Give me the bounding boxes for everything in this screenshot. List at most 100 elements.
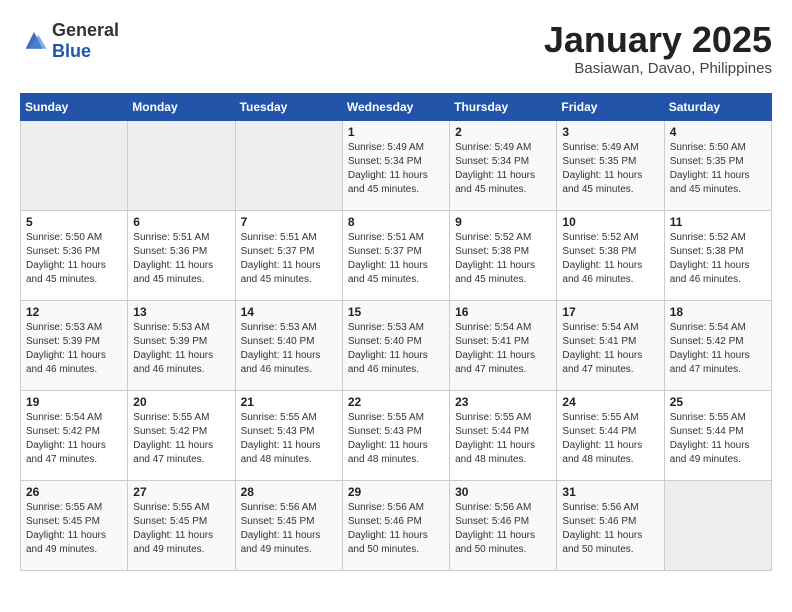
calendar-cell: 25Sunrise: 5:55 AM Sunset: 5:44 PM Dayli… (664, 390, 771, 480)
day-number: 3 (562, 125, 658, 139)
calendar-cell: 14 Sunrise: 5:53 AM Sunset: 5:40 PM Dayli… (235, 300, 342, 390)
calendar-cell: 6 Sunrise: 5:51 AM Sunset: 5:36 PM Daylig… (128, 210, 235, 300)
logo-icon (20, 29, 48, 53)
day-info: Sunrise: 5:54 AM Sunset: 5:41 PM Dayligh… (455, 321, 551, 377)
calendar-cell: 7 Sunrise: 5:51 AM Sunset: 5:37 PM Daylig… (235, 210, 342, 300)
day-number: 23 (455, 395, 551, 409)
day-info: Sunrise: 5:56 AM Sunset: 5:46 PM Dayligh… (562, 501, 658, 557)
day-info: Sunrise: 5:51 AM Sunset: 5:37 PM Dayligh… (348, 231, 444, 287)
calendar-cell: 10 Sunrise: 5:52 AM Sunset: 5:38 PM Dayli… (557, 210, 664, 300)
day-number: 15 (348, 305, 444, 319)
header-row: SundayMondayTuesdayWednesdayThursdayFrid… (21, 93, 772, 120)
day-header-friday: Friday (557, 93, 664, 120)
day-info: Sunrise: 5:51 AM Sunset: 5:36 PM Dayligh… (133, 231, 229, 287)
day-number: 5 (26, 215, 122, 229)
logo-general-text: General (52, 20, 119, 40)
day-info: Sunrise: 5:55 AM Sunset: 5:45 PM Dayligh… (133, 501, 229, 557)
day-number: 22 (348, 395, 444, 409)
calendar-cell: 12Sunrise: 5:53 AM Sunset: 5:39 PM Dayli… (21, 300, 128, 390)
calendar-cell: 2Sunrise: 5:49 AM Sunset: 5:34 PM Daylig… (450, 120, 557, 210)
week-row-2: 5Sunrise: 5:50 AM Sunset: 5:36 PM Daylig… (21, 210, 772, 300)
day-info: Sunrise: 5:51 AM Sunset: 5:37 PM Dayligh… (241, 231, 337, 287)
day-info: Sunrise: 5:55 AM Sunset: 5:43 PM Dayligh… (348, 411, 444, 467)
calendar-cell: 1 Sunrise: 5:49 AM Sunset: 5:34 PM Daylig… (342, 120, 449, 210)
day-number: 31 (562, 485, 658, 499)
day-info: Sunrise: 5:56 AM Sunset: 5:46 PM Dayligh… (455, 501, 551, 557)
calendar-cell: 8 Sunrise: 5:51 AM Sunset: 5:37 PM Daylig… (342, 210, 449, 300)
day-header-monday: Monday (128, 93, 235, 120)
calendar-table: SundayMondayTuesdayWednesdayThursdayFrid… (20, 93, 772, 571)
day-info: Sunrise: 5:55 AM Sunset: 5:44 PM Dayligh… (670, 411, 766, 467)
calendar-cell: 24Sunrise: 5:55 AM Sunset: 5:44 PM Dayli… (557, 390, 664, 480)
calendar-cell: 21 Sunrise: 5:55 AM Sunset: 5:43 PM Dayli… (235, 390, 342, 480)
day-header-saturday: Saturday (664, 93, 771, 120)
calendar-cell (664, 480, 771, 570)
day-info: Sunrise: 5:49 AM Sunset: 5:34 PM Dayligh… (348, 141, 444, 197)
calendar-cell: 27 Sunrise: 5:55 AM Sunset: 5:45 PM Dayli… (128, 480, 235, 570)
day-number: 14 (241, 305, 337, 319)
day-number: 19 (26, 395, 122, 409)
day-number: 6 (133, 215, 229, 229)
day-number: 27 (133, 485, 229, 499)
day-header-wednesday: Wednesday (342, 93, 449, 120)
week-row-1: 1 Sunrise: 5:49 AM Sunset: 5:34 PM Daylig… (21, 120, 772, 210)
calendar-cell: 19Sunrise: 5:54 AM Sunset: 5:42 PM Dayli… (21, 390, 128, 480)
day-number: 9 (455, 215, 551, 229)
day-info: Sunrise: 5:56 AM Sunset: 5:45 PM Dayligh… (241, 501, 337, 557)
day-number: 24 (562, 395, 658, 409)
day-number: 26 (26, 485, 122, 499)
day-info: Sunrise: 5:52 AM Sunset: 5:38 PM Dayligh… (670, 231, 766, 287)
location-title: Basiawan, Davao, Philippines (544, 60, 772, 77)
day-header-sunday: Sunday (21, 93, 128, 120)
day-number: 16 (455, 305, 551, 319)
day-info: Sunrise: 5:52 AM Sunset: 5:38 PM Dayligh… (455, 231, 551, 287)
day-info: Sunrise: 5:55 AM Sunset: 5:43 PM Dayligh… (241, 411, 337, 467)
calendar-cell: 28 Sunrise: 5:56 AM Sunset: 5:45 PM Dayli… (235, 480, 342, 570)
day-number: 8 (348, 215, 444, 229)
day-info: Sunrise: 5:56 AM Sunset: 5:46 PM Dayligh… (348, 501, 444, 557)
calendar-cell (235, 120, 342, 210)
day-info: Sunrise: 5:53 AM Sunset: 5:40 PM Dayligh… (241, 321, 337, 377)
calendar-cell: 23 Sunrise: 5:55 AM Sunset: 5:44 PM Dayli… (450, 390, 557, 480)
calendar-cell: 5Sunrise: 5:50 AM Sunset: 5:36 PM Daylig… (21, 210, 128, 300)
calendar-cell: 20 Sunrise: 5:55 AM Sunset: 5:42 PM Dayli… (128, 390, 235, 480)
calendar-cell: 3 Sunrise: 5:49 AM Sunset: 5:35 PM Daylig… (557, 120, 664, 210)
day-number: 18 (670, 305, 766, 319)
calendar-cell: 30Sunrise: 5:56 AM Sunset: 5:46 PM Dayli… (450, 480, 557, 570)
calendar-cell: 15 Sunrise: 5:53 AM Sunset: 5:40 PM Dayli… (342, 300, 449, 390)
day-number: 29 (348, 485, 444, 499)
day-header-thursday: Thursday (450, 93, 557, 120)
calendar-cell: 31 Sunrise: 5:56 AM Sunset: 5:46 PM Dayli… (557, 480, 664, 570)
day-number: 11 (670, 215, 766, 229)
day-number: 2 (455, 125, 551, 139)
week-row-5: 26 Sunrise: 5:55 AM Sunset: 5:45 PM Dayli… (21, 480, 772, 570)
day-number: 7 (241, 215, 337, 229)
page-header: General Blue January 2025 Basiawan, Dava… (20, 20, 772, 77)
month-title: January 2025 (544, 20, 772, 60)
calendar-cell: 4Sunrise: 5:50 AM Sunset: 5:35 PM Daylig… (664, 120, 771, 210)
day-info: Sunrise: 5:54 AM Sunset: 5:42 PM Dayligh… (670, 321, 766, 377)
calendar-cell: 18 Sunrise: 5:54 AM Sunset: 5:42 PM Dayli… (664, 300, 771, 390)
day-info: Sunrise: 5:53 AM Sunset: 5:40 PM Dayligh… (348, 321, 444, 377)
day-number: 17 (562, 305, 658, 319)
day-number: 28 (241, 485, 337, 499)
day-info: Sunrise: 5:53 AM Sunset: 5:39 PM Dayligh… (133, 321, 229, 377)
title-block: January 2025 Basiawan, Davao, Philippine… (544, 20, 772, 77)
day-info: Sunrise: 5:49 AM Sunset: 5:35 PM Dayligh… (562, 141, 658, 197)
day-info: Sunrise: 5:55 AM Sunset: 5:42 PM Dayligh… (133, 411, 229, 467)
day-number: 20 (133, 395, 229, 409)
day-number: 10 (562, 215, 658, 229)
day-info: Sunrise: 5:52 AM Sunset: 5:38 PM Dayligh… (562, 231, 658, 287)
calendar-cell: 22 Sunrise: 5:55 AM Sunset: 5:43 PM Dayli… (342, 390, 449, 480)
day-number: 21 (241, 395, 337, 409)
calendar-cell: 29 Sunrise: 5:56 AM Sunset: 5:46 PM Dayli… (342, 480, 449, 570)
day-number: 4 (670, 125, 766, 139)
calendar-cell: 11 Sunrise: 5:52 AM Sunset: 5:38 PM Dayli… (664, 210, 771, 300)
day-info: Sunrise: 5:55 AM Sunset: 5:44 PM Dayligh… (455, 411, 551, 467)
day-number: 13 (133, 305, 229, 319)
day-number: 1 (348, 125, 444, 139)
calendar-cell: 17Sunrise: 5:54 AM Sunset: 5:41 PM Dayli… (557, 300, 664, 390)
calendar-cell (128, 120, 235, 210)
calendar-cell: 13 Sunrise: 5:53 AM Sunset: 5:39 PM Dayli… (128, 300, 235, 390)
day-number: 12 (26, 305, 122, 319)
